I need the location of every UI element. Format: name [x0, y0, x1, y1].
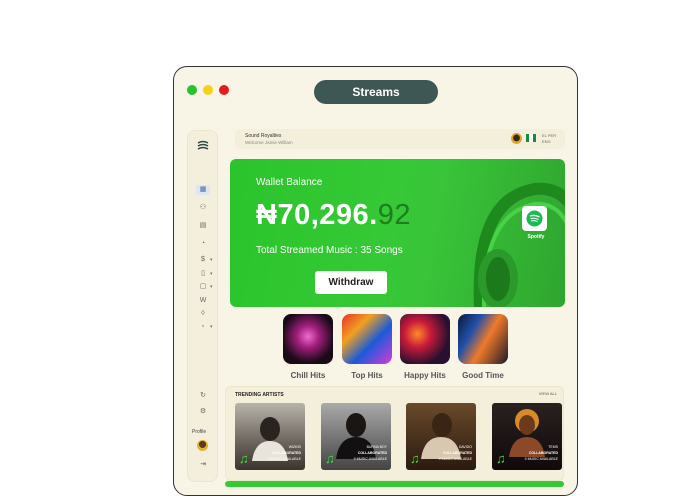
- window-close-button[interactable]: [219, 85, 229, 95]
- header-title: Sound Royalties: [245, 133, 282, 139]
- wallet-label: Wallet Balance: [256, 177, 323, 188]
- chevron-down-icon[interactable]: ▾: [210, 324, 213, 330]
- playlist-label[interactable]: Chill Hits: [278, 371, 338, 380]
- chevron-down-icon[interactable]: ▾: [210, 284, 213, 290]
- artist-name: DAVIDO: [458, 445, 472, 449]
- artist-collab: COLLABORATED: [271, 451, 301, 455]
- playlist-tile-happy-hits[interactable]: [400, 314, 450, 364]
- artist-card[interactable]: BURNA BOY COLLABORATED 9 MUSIC AVAILABLE…: [321, 403, 391, 470]
- header-welcome: Welcome Jamie William: [245, 140, 293, 145]
- artist-card[interactable]: WIZKID COLLABORATED 9 MUSIC AVAILABLE ♫: [235, 403, 305, 470]
- users-icon[interactable]: ⚇: [196, 203, 210, 213]
- playlist-tile-top-hits[interactable]: [342, 314, 392, 364]
- app-window: Streams ▦ ⚇ ▤ ◔ $ ▾ ▯ ▾ ▢ ▾ W ◊ ▫ ▾ ↻ ⚙ …: [173, 66, 578, 496]
- nigeria-flag-icon[interactable]: [526, 134, 536, 142]
- artist-music-count: 9 MUSIC AVAILABLE: [353, 457, 387, 461]
- document-icon[interactable]: ▤: [196, 221, 210, 231]
- wallet-icon[interactable]: W: [196, 296, 210, 306]
- wallet-amount: ₦70,296.92: [256, 199, 411, 232]
- playlist-label[interactable]: Good Time: [453, 371, 513, 380]
- music-note-icon: ♫: [410, 451, 420, 466]
- artist-card[interactable]: DAVIDO COLLABORATED 9 MUSIC AVAILABLE ♫: [406, 403, 476, 470]
- media-icon[interactable]: ▢: [196, 282, 210, 292]
- dashboard-icon[interactable]: ▦: [196, 185, 210, 195]
- playlist-tile-good-time[interactable]: [458, 314, 508, 364]
- window-title: Streams: [314, 80, 438, 104]
- artist-collab: COLLABORATED: [528, 451, 558, 455]
- clipboard-icon[interactable]: ▫: [196, 322, 210, 332]
- artist-music-count: 9 MUSIC AVAILABLE: [524, 457, 558, 461]
- clock-icon[interactable]: ◔: [196, 239, 210, 249]
- chevron-down-icon[interactable]: ▾: [210, 271, 213, 277]
- spotify-label: Spotify: [527, 234, 545, 240]
- window-minimize-button[interactable]: [203, 85, 213, 95]
- music-note-icon: ♫: [239, 451, 249, 466]
- trending-artists-section: TRENDING ARTISTS VIEW ALL WIZKID COLLABO…: [225, 386, 564, 481]
- top-header: Sound Royalties Welcome Jamie William EL…: [235, 129, 565, 149]
- refresh-icon[interactable]: ↻: [196, 391, 210, 401]
- chevron-down-icon[interactable]: ▾: [210, 257, 213, 263]
- music-note-icon: ♫: [496, 451, 506, 466]
- artist-music-count: 9 MUSIC AVAILABLE: [267, 457, 301, 461]
- artist-photo: [509, 409, 545, 457]
- sidebar: ▦ ⚇ ▤ ◔ $ ▾ ▯ ▾ ▢ ▾ W ◊ ▫ ▾ ↻ ⚙ Profile …: [187, 130, 218, 482]
- artist-collab: COLLABORATED: [442, 451, 472, 455]
- wallet-amount-main: ₦70,296.: [256, 199, 378, 231]
- artist-name: BURNA BOY: [366, 445, 387, 449]
- playlist-label[interactable]: Happy Hits: [395, 371, 455, 380]
- playlist-tile-chill-hits[interactable]: [283, 314, 333, 364]
- app-logo-icon: [197, 140, 209, 150]
- artist-music-count: 9 MUSIC AVAILABLE: [438, 457, 472, 461]
- artist-card[interactable]: TEMS COLLABORATED 9 MUSIC AVAILABLE ♫: [492, 403, 562, 470]
- withdraw-button[interactable]: Withdraw: [315, 271, 387, 294]
- language-bottom: ENG: [542, 139, 551, 144]
- language-selector[interactable]: EL PER ENG: [542, 133, 556, 145]
- phone-icon[interactable]: ▯: [196, 269, 210, 279]
- artist-name: TEMS: [548, 445, 558, 449]
- bell-icon[interactable]: ◊: [196, 309, 210, 319]
- user-avatar[interactable]: [511, 133, 522, 144]
- headphones-image: [473, 182, 565, 307]
- music-note-icon: ♫: [325, 451, 335, 466]
- view-all-link[interactable]: VIEW ALL: [539, 391, 557, 396]
- spotify-icon[interactable]: [522, 206, 547, 231]
- logout-icon[interactable]: ⇥: [196, 460, 210, 470]
- trending-title: TRENDING ARTISTS: [235, 392, 284, 398]
- artist-name: WIZKID: [288, 445, 301, 449]
- wallet-balance-card: Wallet Balance ₦70,296.92 Total Streamed…: [230, 159, 565, 307]
- settings-icon[interactable]: ⚙: [196, 407, 210, 417]
- dollar-icon[interactable]: $: [196, 255, 210, 265]
- wallet-amount-cents: 92: [377, 199, 411, 231]
- profile-avatar[interactable]: [197, 440, 208, 451]
- artist-collab: COLLABORATED: [357, 451, 387, 455]
- total-streamed: Total Streamed Music : 35 Songs: [256, 245, 403, 256]
- bottom-accent-bar: [225, 481, 564, 487]
- playlist-label[interactable]: Top Hits: [337, 371, 397, 380]
- profile-label: Profile: [192, 429, 207, 435]
- window-maximize-button[interactable]: [187, 85, 197, 95]
